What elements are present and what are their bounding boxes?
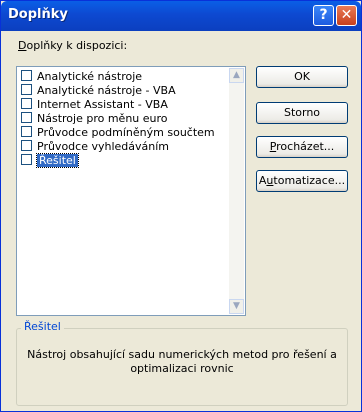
description-title: Řešitel xyxy=(21,320,64,333)
addins-listbox[interactable]: Analytické nástroje Analytické nástroje … xyxy=(16,66,246,316)
browse-label: rocházet... xyxy=(276,140,335,153)
list-item[interactable]: Analytické nástroje xyxy=(19,70,225,83)
addin-checkbox[interactable] xyxy=(21,154,32,165)
addin-checkbox[interactable] xyxy=(21,112,32,123)
addin-label: Analytické nástroje xyxy=(37,70,143,83)
scroll-up-arrow-icon[interactable]: ▲ xyxy=(229,68,244,83)
close-button[interactable]: ✕ xyxy=(336,5,357,26)
list-item[interactable]: Internet Assistant - VBA xyxy=(19,98,225,111)
list-item-selected[interactable]: Řešitel xyxy=(19,153,225,168)
addin-label: Průvodce podmíněným součtem xyxy=(37,126,215,139)
help-button[interactable]: ? xyxy=(313,5,334,26)
addin-checkbox[interactable] xyxy=(21,84,32,95)
addin-checkbox[interactable] xyxy=(21,140,32,151)
addin-checkbox[interactable] xyxy=(21,70,32,81)
list-item[interactable]: Analytické nástroje - VBA xyxy=(19,84,225,97)
cancel-button[interactable]: Storno xyxy=(256,102,348,124)
automation-label-rest: tomatizace... xyxy=(273,174,346,187)
addin-label: Internet Assistant - VBA xyxy=(37,98,168,111)
ok-button[interactable]: OK xyxy=(256,66,348,88)
addin-label: Průvodce vyhledáváním xyxy=(37,140,169,153)
browse-button[interactable]: Procházet... xyxy=(256,136,348,158)
description-text: Nástroj obsahující sadu numerických meto… xyxy=(27,348,337,375)
list-item[interactable]: Nástroje pro měnu euro xyxy=(19,112,225,125)
addin-label: Analytické nástroje - VBA xyxy=(37,84,176,97)
vertical-scrollbar[interactable]: ▲ ▼ xyxy=(229,68,244,314)
addins-dialog: Doplňky ? ✕ Doplňky k dispozici: Analyti… xyxy=(0,0,362,412)
dialog-title: Doplňky xyxy=(8,7,68,22)
addin-checkbox[interactable] xyxy=(21,126,32,137)
addin-label: Nástroje pro měnu euro xyxy=(37,112,168,125)
list-item[interactable]: Průvodce vyhledáváním xyxy=(19,140,225,153)
title-bar[interactable]: Doplňky ? ✕ xyxy=(1,1,361,31)
label-text: oplňky k dispozici: xyxy=(26,39,128,52)
addin-label: Řešitel xyxy=(36,153,79,168)
scroll-down-arrow-icon[interactable]: ▼ xyxy=(229,299,244,314)
list-item[interactable]: Průvodce podmíněným součtem xyxy=(19,126,225,139)
available-addins-label: Doplňky k dispozici: xyxy=(18,39,127,52)
automation-button[interactable]: Automatizace... xyxy=(256,170,348,192)
addin-checkbox[interactable] xyxy=(21,98,32,109)
